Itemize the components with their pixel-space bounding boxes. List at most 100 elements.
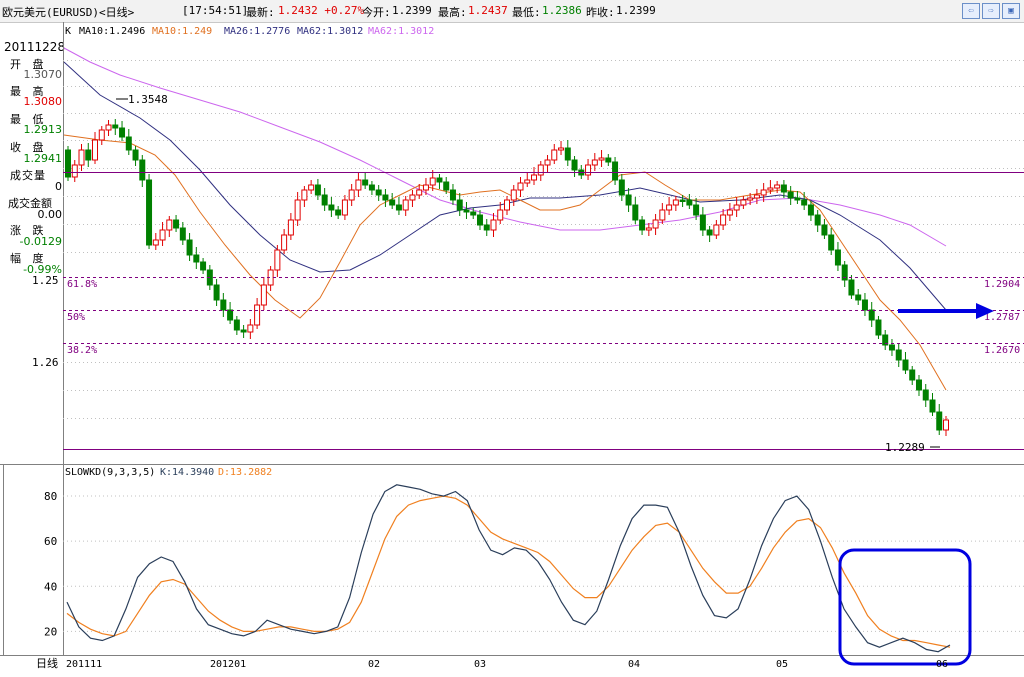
kd-tick-label: 40 <box>44 580 57 593</box>
candle-body <box>855 294 862 301</box>
candle-body <box>382 194 389 201</box>
fib-50-price: 1.2787 <box>984 312 1020 323</box>
candle-body <box>294 199 301 221</box>
fib-382-ratio: 38.2% <box>67 345 97 356</box>
candle-body <box>328 204 335 211</box>
x-tick-label: 05 <box>776 659 788 670</box>
candle-body <box>395 204 402 211</box>
kd-tick-label: 60 <box>44 535 57 548</box>
candle-body <box>119 127 126 138</box>
x-tick-label: 02 <box>368 659 380 670</box>
candle-body <box>774 184 781 189</box>
candle-body <box>659 209 666 221</box>
candle-body <box>146 179 153 246</box>
candle-body <box>807 204 814 216</box>
candle-body <box>645 227 652 231</box>
candle-body <box>909 369 916 381</box>
period-label[interactable]: 日线 <box>36 656 58 670</box>
candle-body <box>618 179 625 196</box>
candle-body <box>875 319 882 336</box>
candle-body <box>666 204 673 211</box>
candle-body <box>152 239 159 246</box>
candle-body <box>929 399 936 413</box>
candle-body <box>902 359 909 371</box>
candle-body <box>179 227 186 241</box>
kd-tick-label: 80 <box>44 490 57 503</box>
candle-body <box>436 177 443 183</box>
candle-body <box>254 304 261 326</box>
candle-body <box>612 161 619 181</box>
x-tick-label: 201111 <box>66 659 102 670</box>
candle-body <box>652 219 659 229</box>
candle-body <box>490 219 497 231</box>
low-annotation: 1.2289 <box>885 441 925 454</box>
x-axis-labels: 201111 201201 02 03 04 05 06 <box>66 659 948 670</box>
candle-body <box>449 189 456 201</box>
candle-body <box>173 219 180 229</box>
candle-body <box>699 214 706 231</box>
candle-body <box>112 124 119 129</box>
x-tick-label: 04 <box>628 659 640 670</box>
candle-body <box>355 179 362 191</box>
d-line <box>66 495 951 648</box>
candle-body <box>85 149 92 161</box>
candle-body <box>760 189 767 196</box>
k-legend: K:14.3940 <box>160 467 214 478</box>
candle-body <box>335 209 342 216</box>
fibonacci-levels[interactable]: 61.8% 50% 38.2% 1.2904 1.2787 1.2670 <box>63 277 1024 357</box>
price-tick-125: 1.25 <box>32 274 59 287</box>
candle-body <box>679 199 686 202</box>
candle-body <box>693 204 700 216</box>
candle-body <box>720 214 727 226</box>
candle-body <box>753 194 760 199</box>
candle-body <box>868 309 875 321</box>
candle-body <box>848 279 855 296</box>
candle-body <box>483 224 490 231</box>
candle-body <box>571 159 578 171</box>
k-line <box>66 484 951 653</box>
candle-body <box>585 164 592 176</box>
fib-618-ratio: 61.8% <box>67 279 97 290</box>
chart-canvas[interactable]: K MA10:1.2496 MA10:1.249 MA26:1.2776 MA6… <box>0 0 1024 677</box>
candle-body <box>794 197 801 201</box>
arrow-annotation[interactable] <box>898 303 994 319</box>
ma26-legend: MA26:1.2776 <box>224 26 290 37</box>
chart-k-label: K <box>65 26 71 37</box>
candle-body <box>92 139 99 161</box>
candle-body <box>733 204 740 211</box>
candle-body <box>375 189 382 196</box>
candle-body <box>227 309 234 321</box>
candle-body <box>895 349 902 361</box>
candle-body <box>166 219 173 231</box>
ma62-legend: MA62:1.3012 <box>297 26 363 37</box>
candle-body <box>240 329 247 333</box>
candle-body <box>301 189 308 201</box>
candle-body <box>476 214 483 226</box>
candle-body <box>341 199 348 216</box>
fib-50-ratio: 50% <box>67 312 85 323</box>
candle-body <box>922 389 929 401</box>
candle-body <box>713 224 720 236</box>
candle-body <box>531 174 538 181</box>
candle-body <box>814 214 821 226</box>
fib-382-price: 1.2670 <box>984 345 1020 356</box>
candle-body <box>402 199 409 211</box>
candle-body <box>564 147 571 161</box>
candle-body <box>605 157 612 163</box>
candle-body <box>888 344 895 351</box>
candle-body <box>368 184 375 191</box>
candle-body <box>362 179 369 186</box>
candle-body <box>551 149 558 161</box>
candle-body <box>943 419 949 431</box>
x-tick-label: 06 <box>936 659 948 670</box>
candle-body <box>220 299 227 311</box>
ma62-line <box>63 47 947 247</box>
candle-body <box>247 324 254 333</box>
candle-body <box>780 184 787 193</box>
candle-body <box>281 234 288 251</box>
candle-body <box>274 249 281 271</box>
highlight-box[interactable] <box>838 548 972 666</box>
candle-body <box>260 284 267 306</box>
candle-body <box>767 187 774 191</box>
x-tick-label: 03 <box>474 659 486 670</box>
